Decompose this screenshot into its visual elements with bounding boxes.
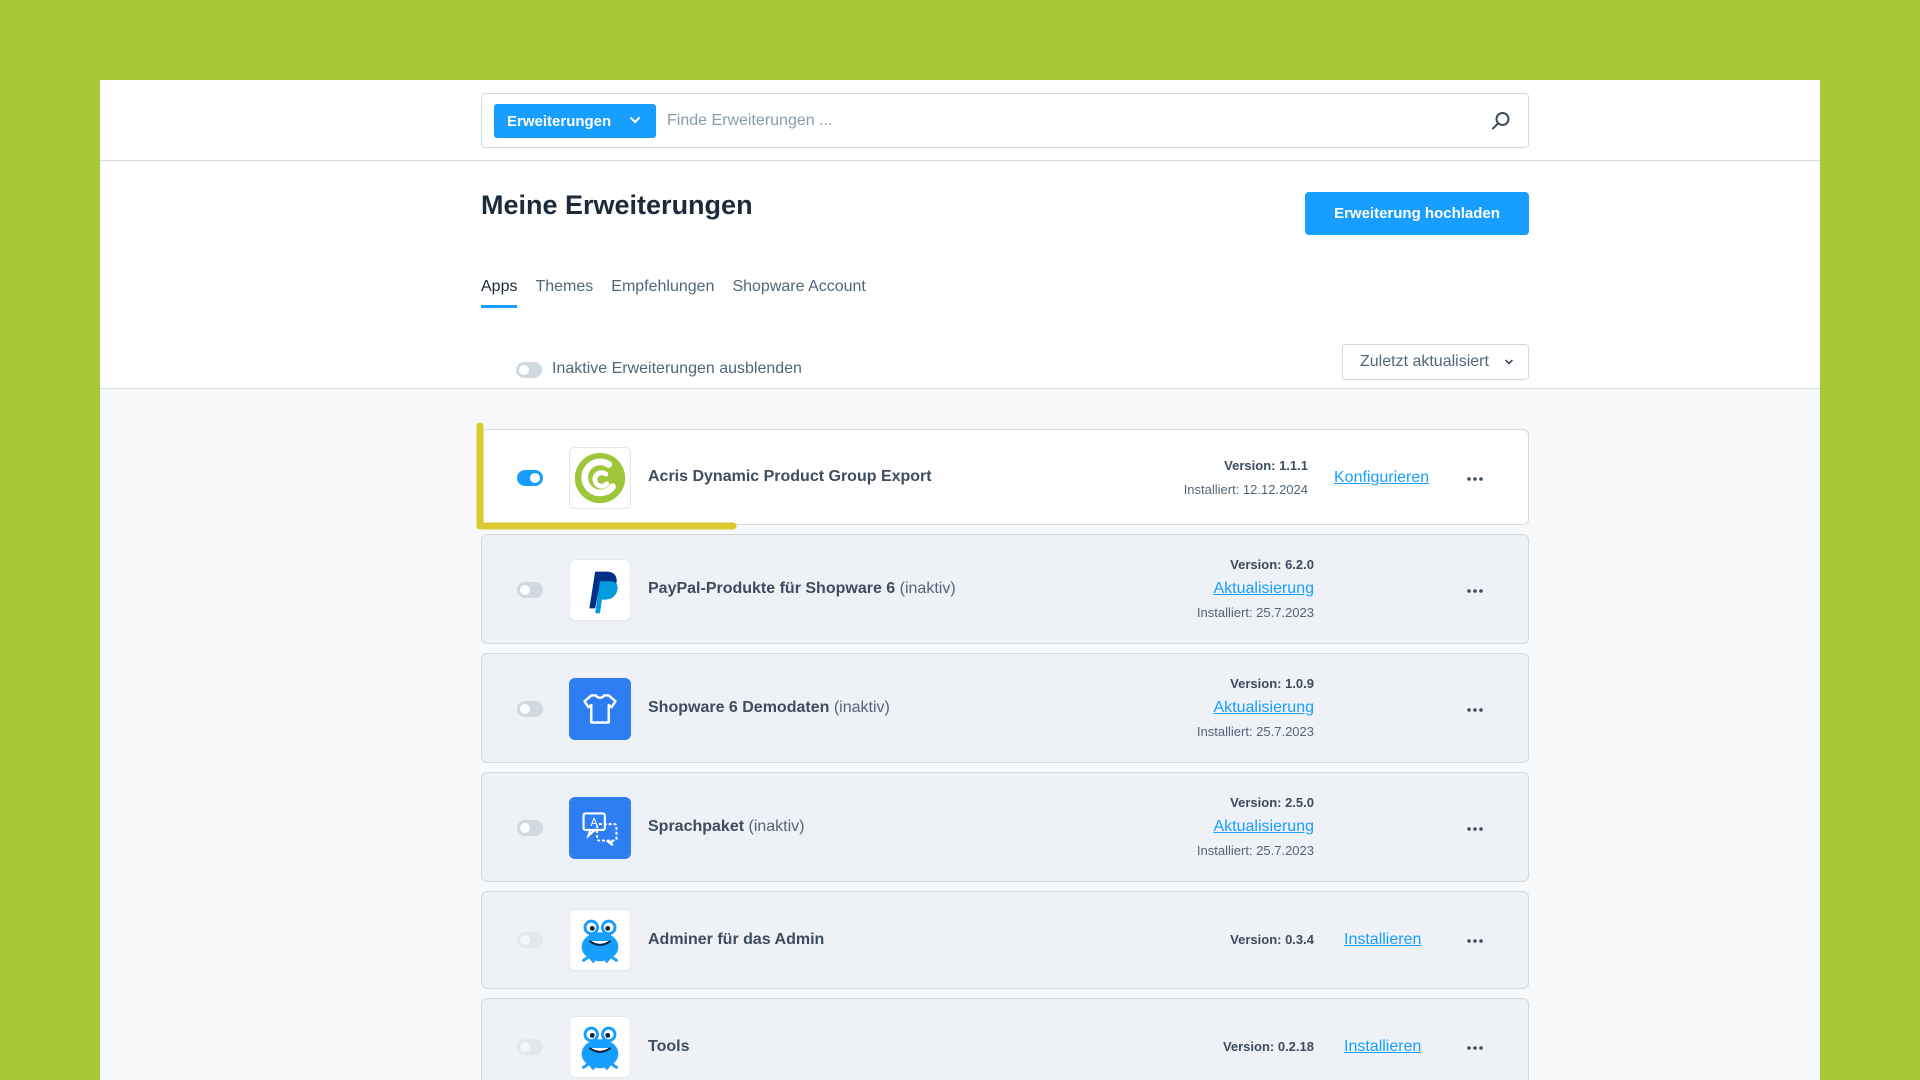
acris-logo-icon [569,447,631,509]
search-bar: Erweiterungen [481,93,1529,148]
extension-status: (inaktiv) [899,580,956,597]
extension-name: Adminer für das Admin [648,931,825,948]
more-actions-icon[interactable] [1466,588,1484,594]
extension-card-acris: Acris Dynamic Product Group Export Versi… [481,429,1529,525]
extension-version: Version: 1.0.9 [1230,676,1314,691]
tshirt-icon [569,678,631,740]
extension-name: Acris Dynamic Product Group Export [648,468,932,485]
extension-meta: Version: 1.0.9 Aktualisierung Installier… [1197,672,1314,744]
app-window: Erweiterungen Meine Erweiterungen Erweit… [100,80,1820,1080]
extension-status: (inaktiv) [833,699,890,716]
tab-recommendations[interactable]: Empfehlungen [611,277,714,307]
extension-meta: Version: 1.1.1 Installiert: 12.12.2024 [1184,454,1308,502]
extension-status: (inaktiv) [748,818,805,835]
install-link[interactable]: Installieren [1344,931,1421,949]
extension-name: PayPal-Produkte für Shopware 6 (inaktiv) [648,580,956,597]
update-link[interactable]: Aktualisierung [1197,696,1315,720]
install-link[interactable]: Installieren [1344,1038,1421,1056]
search-type-dropdown[interactable]: Erweiterungen [494,104,656,138]
extension-name: Shopware 6 Demodaten (inaktiv) [648,699,890,716]
extension-meta: Version: 0.2.18 [1223,1035,1314,1059]
more-actions-icon[interactable] [1466,938,1484,944]
extension-card-demodata: Shopware 6 Demodaten (inaktiv) Version: … [481,653,1529,763]
hide-inactive-toggle[interactable] [516,362,542,378]
configure-link[interactable]: Konfigurieren [1334,469,1429,487]
extension-active-toggle[interactable] [517,470,543,486]
translate-icon: A [569,797,631,859]
extension-meta: Version: 0.3.4 [1230,928,1314,952]
paypal-logo-icon [569,559,631,621]
more-actions-icon[interactable] [1466,1045,1484,1051]
top-bar: Erweiterungen [100,80,1820,161]
tab-shopware-account[interactable]: Shopware Account [732,277,865,307]
extension-card-adminer: Adminer für das Admin Version: 0.3.4 Ins… [481,891,1529,989]
extension-installed-date: Installiert: 25.7.2023 [1196,843,1314,858]
sort-select[interactable]: Zuletzt aktualisiert [1342,344,1529,380]
chevron-down-icon [1505,359,1513,365]
sort-select-label: Zuletzt aktualisiert [1360,353,1489,370]
extension-active-toggle[interactable] [517,582,543,598]
extension-active-toggle [517,932,543,948]
extension-version: Version: 1.1.1 [1224,458,1308,473]
extension-version: Version: 0.2.18 [1222,1039,1314,1054]
extension-card-language-pack: A Sprachpaket (inaktiv) Version: 2.5.0 A… [481,772,1529,882]
chevron-down-icon [630,117,640,123]
tab-apps[interactable]: Apps [481,277,518,308]
extension-version: Version: 0.3.4 [1230,932,1314,947]
extension-active-toggle [517,1039,543,1055]
hide-inactive-label: Inaktive Erweiterungen ausblenden [552,360,802,377]
more-actions-icon[interactable] [1466,826,1484,832]
extension-version: Version: 2.5.0 [1230,795,1314,810]
update-link[interactable]: Aktualisierung [1197,815,1315,839]
extension-meta: Version: 2.5.0 Aktualisierung Installier… [1197,791,1314,863]
extension-active-toggle[interactable] [517,701,543,717]
search-type-label: Erweiterungen [507,112,612,130]
page-title: Meine Erweiterungen [481,190,753,220]
more-actions-icon[interactable] [1466,476,1484,482]
extension-card-tools: Tools Version: 0.2.18 Installieren [481,998,1529,1080]
extension-name: Sprachpaket (inaktiv) [648,818,805,835]
extension-installed-date: Installiert: 12.12.2024 [1183,482,1308,497]
extension-installed-date: Installiert: 25.7.2023 [1196,605,1314,620]
update-link[interactable]: Aktualisierung [1197,577,1315,601]
extension-card-paypal: PayPal-Produkte für Shopware 6 (inaktiv)… [481,534,1529,644]
extension-name: Tools [648,1038,690,1055]
more-actions-icon[interactable] [1466,707,1484,713]
extension-installed-date: Installiert: 25.7.2023 [1196,724,1314,739]
extension-version: Version: 6.2.0 [1230,557,1314,572]
search-icon[interactable] [1490,110,1512,132]
tab-bar: Apps Themes Empfehlungen Shopware Accoun… [481,277,866,308]
extension-meta: Version: 6.2.0 Aktualisierung Installier… [1197,553,1314,625]
frog-mascot-icon [569,909,631,971]
extension-active-toggle[interactable] [517,820,543,836]
tab-themes[interactable]: Themes [535,277,593,307]
search-input[interactable] [667,104,1467,138]
upload-extension-button[interactable]: Erweiterung hochladen [1305,192,1529,235]
frog-mascot-icon [569,1016,631,1078]
page-header [100,162,1820,389]
